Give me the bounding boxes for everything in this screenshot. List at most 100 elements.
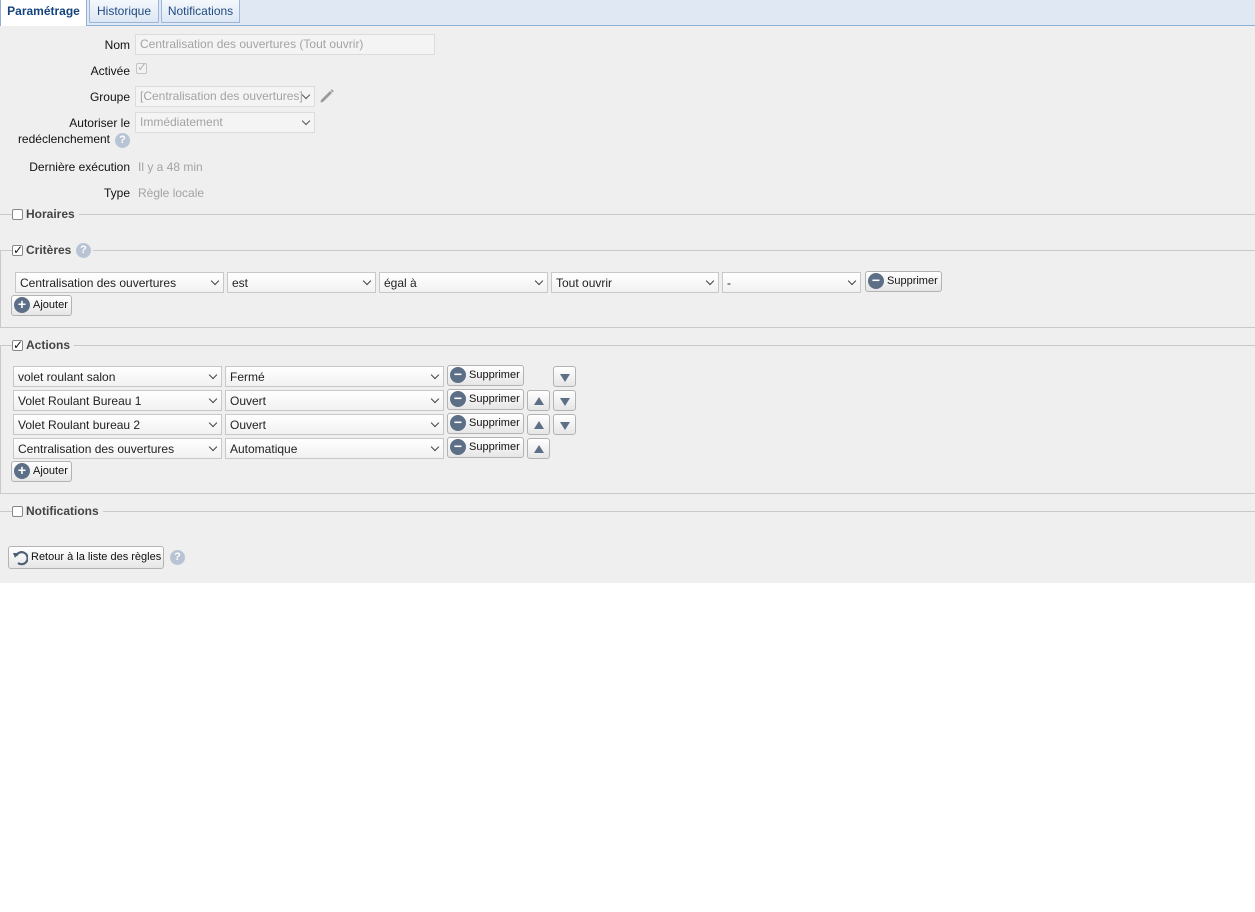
criterion-operator-value: égal à xyxy=(384,276,417,290)
action-state-value: Fermé xyxy=(230,370,265,384)
notifications-legend: Notifications xyxy=(12,503,103,519)
actions-legend: Actions xyxy=(12,337,75,353)
actions-add-button[interactable]: + Ajouter xyxy=(11,461,72,482)
actions-divider-bottom xyxy=(0,493,1255,494)
criteria-help-icon[interactable]: ? xyxy=(76,243,91,258)
chevron-down-icon xyxy=(843,273,860,292)
action-device-select[interactable]: volet roulant salon xyxy=(13,366,222,387)
minus-circle-icon: − xyxy=(450,439,466,455)
criteria-label: Critères xyxy=(26,243,72,257)
criterion-condition-select[interactable]: est xyxy=(227,272,376,293)
actions-label: Actions xyxy=(26,338,71,352)
rule-editor-panel: Paramétrage Historique Notifications Nom… xyxy=(0,0,1255,583)
criterion-device-value: Centralisation des ouvertures xyxy=(20,276,177,290)
group-label: Groupe xyxy=(89,90,130,104)
tab-parametrage[interactable]: Paramétrage xyxy=(0,0,87,26)
retrigger-label-line1: Autoriser le xyxy=(69,116,130,130)
criterion-delete-label: Supprimer xyxy=(887,275,938,287)
plus-circle-icon: + xyxy=(14,297,30,313)
criterion-extra-value: - xyxy=(727,276,731,290)
pencil-icon[interactable] xyxy=(318,87,336,105)
group-select-value: [Centralisation des ouvertures] xyxy=(140,89,303,103)
action-state-select[interactable]: Automatique xyxy=(225,438,444,459)
arrow-down-icon xyxy=(560,374,570,382)
action-device-select[interactable]: Volet Roulant bureau 2 xyxy=(13,414,222,435)
chevron-down-icon xyxy=(297,113,314,132)
schedules-legend: Horaires xyxy=(12,206,79,222)
chevron-down-icon xyxy=(204,391,221,410)
chevron-down-icon xyxy=(426,391,443,410)
arrow-up-icon xyxy=(534,445,544,453)
action-delete-button[interactable]: − Supprimer xyxy=(447,365,524,386)
action-device-select[interactable]: Volet Roulant Bureau 1 xyxy=(13,390,222,411)
actions-checkbox[interactable] xyxy=(12,337,23,353)
action-delete-button[interactable]: − Supprimer xyxy=(447,413,524,434)
move-up-button[interactable] xyxy=(527,438,550,459)
group-select[interactable]: [Centralisation des ouvertures] xyxy=(135,86,315,107)
notifications-divider xyxy=(0,511,1255,512)
arrow-up-icon xyxy=(534,397,544,405)
undo-arrow-icon xyxy=(13,551,28,566)
action-state-value: Ouvert xyxy=(230,418,267,432)
action-delete-button[interactable]: − Supprimer xyxy=(447,389,524,410)
type-value: Règle locale xyxy=(138,186,205,200)
schedules-divider xyxy=(0,214,1255,215)
minus-circle-icon: − xyxy=(450,367,466,383)
action-device-value: volet roulant salon xyxy=(18,370,116,384)
action-device-value: Centralisation des ouvertures xyxy=(18,442,175,456)
retrigger-help-icon[interactable]: ? xyxy=(115,133,130,148)
active-checkbox[interactable] xyxy=(136,60,147,74)
move-down-button[interactable] xyxy=(553,366,576,387)
criterion-operator-select[interactable]: égal à xyxy=(379,272,548,293)
name-field[interactable]: Centralisation des ouvertures (Tout ouvr… xyxy=(135,34,435,55)
retrigger-select[interactable]: Immédiatement xyxy=(135,112,315,133)
move-down-button[interactable] xyxy=(553,414,576,435)
criteria-add-label: Ajouter xyxy=(33,299,68,311)
chevron-down-icon xyxy=(530,273,547,292)
schedules-label: Horaires xyxy=(26,207,75,221)
retrigger-select-value: Immédiatement xyxy=(140,115,223,129)
plus-circle-icon: + xyxy=(14,463,30,479)
chevron-down-icon xyxy=(204,439,221,458)
arrow-down-icon xyxy=(560,398,570,406)
last-exec-value: Il y a 48 min xyxy=(138,160,203,174)
criterion-extra-select[interactable]: - xyxy=(722,272,861,293)
notifications-checkbox[interactable] xyxy=(12,506,23,517)
actions-add-label: Ajouter xyxy=(33,465,68,477)
move-up-button[interactable] xyxy=(527,390,550,411)
criteria-checkbox[interactable] xyxy=(12,242,23,258)
action-state-value: Ouvert xyxy=(230,394,267,408)
action-delete-label: Supprimer xyxy=(469,369,520,381)
criterion-delete-button[interactable]: − Supprimer xyxy=(865,271,942,292)
back-to-rules-button[interactable]: Retour à la liste des règles xyxy=(8,546,164,569)
criteria-add-button[interactable]: + Ajouter xyxy=(11,295,72,316)
criterion-value-value: Tout ouvrir xyxy=(556,276,613,290)
notifications-label: Notifications xyxy=(26,504,99,518)
actions-frame-left xyxy=(0,345,1,493)
last-exec-label: Dernière exécution xyxy=(29,160,130,174)
minus-circle-icon: − xyxy=(868,273,884,289)
tab-bar: Paramétrage Historique Notifications xyxy=(0,0,1255,26)
move-up-button[interactable] xyxy=(527,414,550,435)
action-delete-label: Supprimer xyxy=(469,393,520,405)
back-to-rules-label: Retour à la liste des règles xyxy=(31,551,162,563)
action-delete-button[interactable]: − Supprimer xyxy=(447,437,524,458)
tab-notifications[interactable]: Notifications xyxy=(161,0,240,23)
action-device-select[interactable]: Centralisation des ouvertures xyxy=(13,438,222,459)
criterion-condition-value: est xyxy=(232,276,249,290)
action-device-value: Volet Roulant bureau 2 xyxy=(18,418,141,432)
criterion-device-select[interactable]: Centralisation des ouvertures xyxy=(15,272,224,293)
criterion-value-select[interactable]: Tout ouvrir xyxy=(551,272,719,293)
action-state-select[interactable]: Ouvert xyxy=(225,390,444,411)
tab-historique[interactable]: Historique xyxy=(89,0,159,23)
criteria-divider-top xyxy=(0,250,1255,251)
chevron-down-icon xyxy=(204,415,221,434)
back-help-icon[interactable]: ? xyxy=(170,550,185,565)
chevron-down-icon xyxy=(297,87,314,106)
action-state-select[interactable]: Fermé xyxy=(225,366,444,387)
chevron-down-icon xyxy=(204,367,221,386)
schedules-checkbox[interactable] xyxy=(12,209,23,220)
move-down-button[interactable] xyxy=(553,390,576,411)
chevron-down-icon xyxy=(426,439,443,458)
action-state-select[interactable]: Ouvert xyxy=(225,414,444,435)
